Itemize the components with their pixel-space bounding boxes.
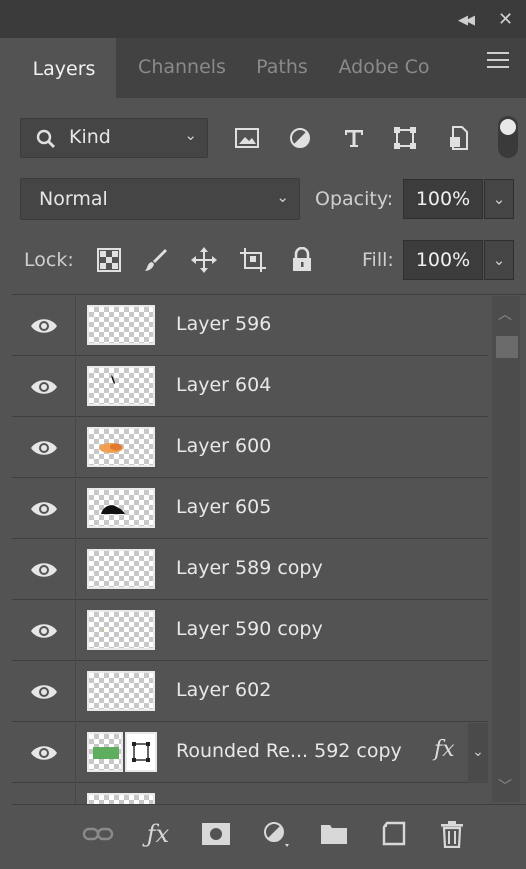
layer-name[interactable]: Layer 604 xyxy=(176,374,271,396)
eye-icon xyxy=(30,319,57,333)
new-layer-icon[interactable] xyxy=(376,818,412,850)
eye-icon xyxy=(30,502,57,516)
layer-name[interactable]: Rounded Re... 592 copy xyxy=(176,740,402,762)
new-adjustment-layer-icon[interactable] xyxy=(258,818,294,850)
fill-dropdown-button[interactable]: ⌄ xyxy=(484,240,514,280)
layer-row[interactable]: Layer 590 copy xyxy=(12,601,488,661)
chevron-down-icon: ⌄ xyxy=(184,126,197,144)
layer-thumbnail xyxy=(87,366,155,406)
shape-layer-filter-icon[interactable] xyxy=(389,122,421,154)
lock-transparent-pixels-icon[interactable] xyxy=(94,244,124,276)
lock-all-icon[interactable] xyxy=(287,244,317,276)
layer-thumbnail xyxy=(87,671,155,711)
opacity-label: Opacity: xyxy=(315,188,394,210)
visibility-toggle[interactable] xyxy=(12,479,76,539)
tab-adobe-color[interactable]: Adobe Co xyxy=(328,38,440,98)
layer-name[interactable]: Layer 605 xyxy=(176,496,271,518)
lock-position-icon[interactable] xyxy=(189,244,219,276)
lock-image-pixels-icon[interactable] xyxy=(141,244,171,276)
layer-thumbnail xyxy=(87,793,155,804)
visibility-toggle[interactable] xyxy=(12,357,76,417)
visibility-toggle[interactable] xyxy=(12,540,76,600)
layers-list: Layer 596 Layer 604 Layer 600 Layer 605 xyxy=(12,296,488,804)
eye-icon xyxy=(30,624,57,638)
eye-icon xyxy=(30,685,57,699)
layer-row[interactable]: Layer 604 xyxy=(12,357,488,417)
add-mask-icon[interactable] xyxy=(198,818,234,850)
layer-thumbnail xyxy=(87,488,155,528)
filter-kind-select[interactable]: Kind ⌄ xyxy=(20,118,208,158)
chevron-down-icon: ⌄ xyxy=(276,188,289,206)
adjustment-layer-filter-icon[interactable] xyxy=(284,122,316,154)
layer-row[interactable]: Layer 600 xyxy=(12,418,488,478)
add-layer-style-icon[interactable]: ƒx xyxy=(140,818,176,850)
filter-toggle-knob xyxy=(500,119,516,135)
shape-path-icon xyxy=(132,742,150,762)
vector-mask-thumbnail xyxy=(125,732,157,772)
smart-object-filter-icon[interactable] xyxy=(443,122,475,154)
layer-name[interactable]: Layer 589 copy xyxy=(176,557,323,579)
pixel-layer-filter-icon[interactable] xyxy=(231,122,263,154)
delete-layer-icon[interactable] xyxy=(434,818,470,850)
layer-thumbnail xyxy=(87,610,155,650)
eye-icon xyxy=(30,441,57,455)
layer-thumbnail xyxy=(87,305,155,345)
layer-effects-fx-icon[interactable]: fx xyxy=(434,737,455,762)
blend-mode-value: Normal xyxy=(39,188,108,210)
tab-paths[interactable]: Paths xyxy=(244,38,320,98)
prevent-auto-nesting-icon[interactable] xyxy=(238,244,268,276)
panel-menu-icon[interactable] xyxy=(487,52,509,73)
eye-icon xyxy=(30,380,57,394)
layer-thumbnail xyxy=(87,732,123,772)
search-icon xyxy=(36,129,55,148)
fill-input[interactable]: 100% xyxy=(403,240,483,280)
divider xyxy=(12,294,526,295)
visibility-toggle[interactable] xyxy=(12,418,76,478)
layer-name[interactable]: Layer 590 copy xyxy=(176,618,323,640)
layer-name[interactable]: Layer 602 xyxy=(176,679,271,701)
layer-row[interactable]: Layer 589 copy xyxy=(12,540,488,600)
visibility-toggle[interactable] xyxy=(12,784,76,804)
layer-row[interactable]: Rounded Re... 592 copy fx ⌄ xyxy=(12,723,488,783)
scrollbar-thumb[interactable] xyxy=(496,336,518,358)
blend-mode-select[interactable]: Normal ⌄ xyxy=(20,178,300,220)
scroll-down-arrow-icon[interactable]: ﹀ xyxy=(498,776,512,796)
layer-row[interactable] xyxy=(12,784,488,804)
tab-layers[interactable]: Layers xyxy=(12,38,116,100)
new-group-icon[interactable] xyxy=(316,818,352,850)
lock-label: Lock: xyxy=(24,249,74,271)
visibility-toggle[interactable] xyxy=(12,723,76,783)
effects-expand-toggle[interactable]: ⌄ xyxy=(468,723,488,783)
layers-scrollbar[interactable] xyxy=(492,296,520,802)
layer-row[interactable]: Layer 605 xyxy=(12,479,488,539)
opacity-dropdown-button[interactable]: ⌄ xyxy=(484,179,514,219)
type-layer-filter-icon[interactable] xyxy=(338,122,370,154)
layer-name[interactable]: Layer 596 xyxy=(176,313,271,335)
layer-name[interactable]: Layer 600 xyxy=(176,435,271,457)
fill-label: Fill: xyxy=(362,249,394,271)
panel-title-bar xyxy=(0,0,526,38)
double-chevron-left-icon[interactable]: ◀◀ xyxy=(458,13,475,28)
filter-kind-label: Kind xyxy=(69,126,111,148)
opacity-input[interactable]: 100% xyxy=(403,179,483,219)
visibility-toggle[interactable] xyxy=(12,662,76,722)
eye-icon xyxy=(30,746,57,760)
filter-toggle-switch[interactable] xyxy=(498,116,518,158)
layer-thumbnail xyxy=(87,549,155,589)
close-icon[interactable]: ✕ xyxy=(498,9,513,30)
eye-icon xyxy=(30,563,57,577)
link-layers-icon[interactable] xyxy=(80,818,116,850)
layer-thumbnail xyxy=(87,427,155,467)
visibility-toggle[interactable] xyxy=(12,296,76,356)
panel-tab-bar: Layers Channels Paths Adobe Co xyxy=(12,38,526,100)
layer-row[interactable]: Layer 602 xyxy=(12,662,488,722)
tab-channels[interactable]: Channels xyxy=(126,38,238,98)
layer-row[interactable]: Layer 596 xyxy=(12,296,488,356)
scroll-up-arrow-icon[interactable]: ︿ xyxy=(498,304,512,324)
visibility-toggle[interactable] xyxy=(12,601,76,661)
